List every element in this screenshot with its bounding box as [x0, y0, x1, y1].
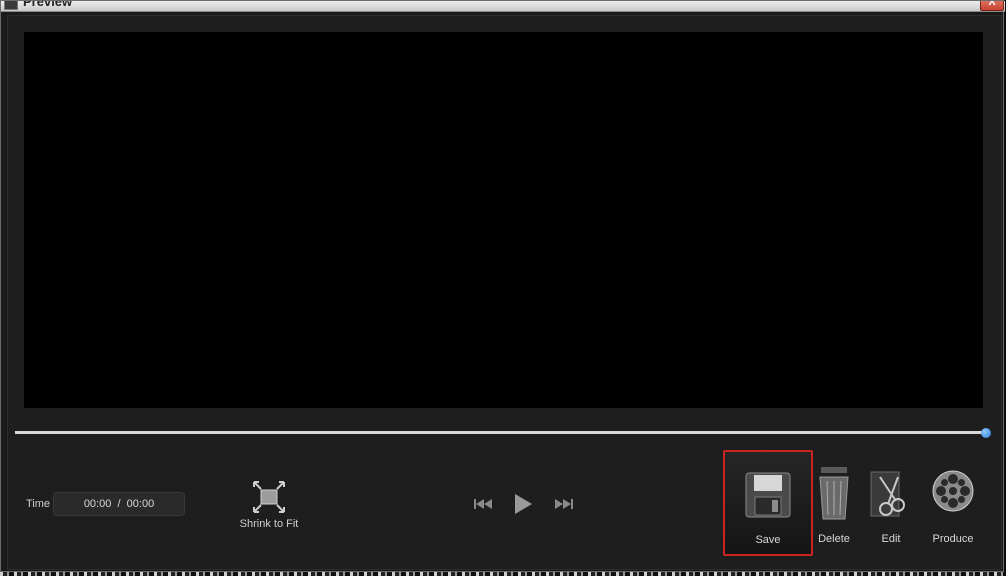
play-icon[interactable] [513, 493, 533, 515]
trash-can-icon [819, 467, 849, 520]
edit-button[interactable]: Edit [867, 461, 915, 549]
total-time: 00:00 [126, 498, 155, 510]
shrink-to-fit-icon [253, 481, 285, 513]
window-title: Preview [23, 1, 73, 9]
video-preview [24, 32, 983, 408]
save-button[interactable]: Save [723, 450, 813, 556]
shrink-to-fit-button[interactable]: Shrink to Fit [237, 480, 301, 535]
delete-label: Delete [818, 533, 850, 545]
film-reel-icon [932, 470, 974, 512]
progress-track[interactable] [15, 431, 987, 434]
transport-controls [473, 491, 573, 517]
close-button[interactable]: X [980, 1, 1004, 11]
shrink-to-fit-label: Shrink to Fit [239, 518, 299, 530]
background-strip [0, 572, 1006, 576]
app-icon [4, 1, 18, 10]
time-label: Time [26, 498, 51, 510]
time-separator: / [117, 498, 121, 510]
time-display: 00:00 / 00:00 [53, 492, 185, 516]
preview-window: Preview X Time 00:00 / 00:00 Shrink to F… [0, 0, 1005, 572]
floppy-disk-icon [745, 472, 791, 518]
save-label: Save [755, 534, 781, 546]
delete-button[interactable]: Delete [813, 461, 855, 549]
skip-forward-icon[interactable] [552, 498, 574, 510]
edit-label: Edit [881, 533, 901, 545]
produce-button[interactable]: Produce [927, 461, 979, 549]
produce-label: Produce [932, 533, 974, 545]
progress-handle[interactable] [981, 428, 991, 438]
title-bar: Preview X [1, 1, 1005, 12]
scissors-film-icon [870, 471, 905, 517]
skip-back-icon[interactable] [473, 498, 495, 510]
current-time: 00:00 [83, 498, 112, 510]
